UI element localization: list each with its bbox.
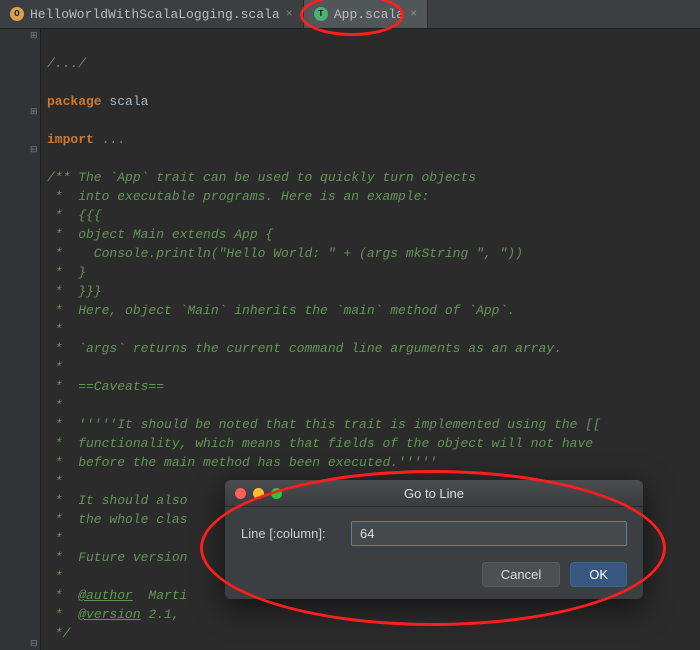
folded-imports[interactable]: ... [94,132,125,147]
keyword: import [47,132,94,147]
go-to-line-dialog: Go to Line Line [:column]: Cancel OK [225,480,643,599]
cancel-button[interactable]: Cancel [482,562,560,587]
ok-button[interactable]: OK [570,562,627,587]
dialog-titlebar[interactable]: Go to Line [225,480,643,507]
dialog-title: Go to Line [225,486,643,501]
keyword: package [47,94,102,109]
tab-label: HelloWorldWithScalaLogging.scala [30,7,280,22]
fold-marker-icon[interactable]: ⊞ [30,31,38,41]
line-number-input[interactable] [351,521,627,546]
close-icon[interactable]: × [410,7,417,21]
line-field-label: Line [:column]: [241,526,341,541]
tab-helloworld[interactable]: O HelloWorldWithScalaLogging.scala × [0,0,304,28]
gutter: ⊞ ⊞ ⊟ ⊟ [0,29,41,650]
fold-marker-icon[interactable]: ⊟ [30,639,38,649]
close-icon[interactable]: × [286,7,293,21]
code-text: scala [102,94,149,109]
fold-marker-icon[interactable]: ⊟ [30,145,38,155]
tab-label: App.scala [334,7,404,22]
object-file-icon: O [10,7,24,21]
fold-marker-icon[interactable]: ⊞ [30,107,38,117]
trait-file-icon: T [314,7,328,21]
folded-block: /.../ [47,56,86,71]
tab-app[interactable]: T App.scala × [304,0,428,28]
editor-tab-bar: O HelloWorldWithScalaLogging.scala × T A… [0,0,700,29]
